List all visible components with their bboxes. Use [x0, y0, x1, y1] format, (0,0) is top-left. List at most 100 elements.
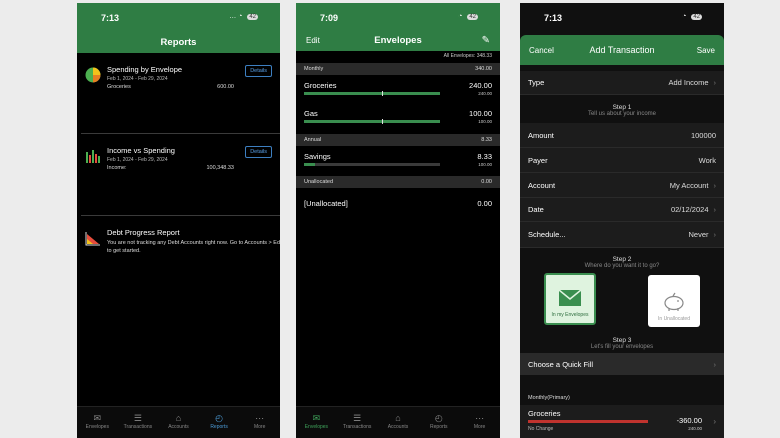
pie-chart-icon: ◴ [434, 413, 443, 423]
row-label: Type [528, 78, 545, 87]
tab-bar: ✉ Envelopes ☰ Transactions ⌂ Accounts ◴ Repo… [296, 406, 500, 438]
quick-fill-row[interactable]: Choose a Quick Fill › [520, 353, 724, 375]
page-title: Reports [160, 36, 197, 48]
step-3-header: Step 3 Let's fill your envelopes [520, 337, 724, 350]
envelope-name: Savings [304, 152, 331, 161]
envelope-row-gas[interactable]: Gas 100.00 100.00 [296, 103, 500, 131]
tab-more[interactable]: ⋯ More [240, 413, 280, 430]
tab-envelopes[interactable]: ✉ Envelopes [77, 413, 117, 430]
tab-bar: ✉ Envelopes ☰ Transactions ⌂ Accounts ◴ Repo… [77, 406, 280, 438]
step-title: Step 3 [612, 337, 632, 344]
tab-transactions[interactable]: ☰ Transactions [337, 413, 377, 430]
step-subtitle: Let's fill your envelopes [590, 344, 654, 350]
report-debt-progress[interactable]: Debt Progress Report You are not trackin… [85, 228, 280, 268]
row-value: 100000 [690, 130, 716, 140]
envelope-budget: 100.00 [478, 162, 492, 167]
report-title: Income vs Spending [107, 146, 175, 155]
envelope-amount: 100.00 [469, 109, 492, 118]
step-subtitle: Tell us about your income [587, 111, 657, 117]
today-marker [382, 119, 383, 124]
tab-reports[interactable]: ◴ Reports [419, 413, 459, 430]
debt-chart-icon [85, 232, 100, 246]
tab-transactions[interactable]: ☰ Transactions [118, 413, 158, 430]
row-label: Account [528, 180, 556, 190]
change-status: No Change [528, 426, 554, 432]
envelope-amount: 8.33 [477, 152, 492, 161]
envelope-name: Groceries [528, 409, 561, 418]
bar-fill [528, 420, 648, 423]
tab-envelopes[interactable]: ✉ Envelopes [296, 413, 336, 430]
pie-chart-icon: ◴ [215, 413, 223, 423]
report-date: Feb 1, 2024 - Feb 29, 2024 [107, 76, 168, 82]
date-row[interactable]: Date 02/12/2024 › [520, 198, 724, 222]
envelope-budget: 240.00 [688, 426, 702, 431]
type-row[interactable]: Type Add Income › [520, 71, 724, 95]
envelope-progress-bar [304, 163, 440, 166]
details-button[interactable]: Details [245, 65, 272, 77]
envelope-icon: ✉ [312, 413, 321, 423]
tab-accounts[interactable]: ⌂ Accounts [158, 413, 198, 430]
bar-fill [304, 120, 440, 123]
tab-label: Transactions [342, 424, 372, 430]
step-1-header: Step 1 Tell us about your income [520, 104, 724, 117]
cancel-button[interactable]: Cancel [529, 46, 554, 55]
report-row-label: Groceries [107, 84, 131, 90]
status-icons: … ◔ 42 [229, 13, 258, 20]
list-icon: ☰ [353, 413, 362, 423]
edit-button[interactable]: Edit [306, 36, 320, 45]
row-label: Date [528, 205, 544, 214]
envelope-icon: ✉ [93, 413, 102, 423]
payer-field[interactable]: Payer Work [520, 148, 724, 173]
tab-reports[interactable]: ◴ Reports [199, 413, 239, 430]
section-label: Monthly [304, 66, 324, 72]
account-row[interactable]: Account My Account › [520, 173, 724, 198]
tab-accounts[interactable]: ⌂ Accounts [378, 413, 418, 430]
compose-icon[interactable]: ✎ [482, 35, 490, 46]
status-time: 7:13 [544, 13, 563, 23]
envelope-amount: 240.00 [469, 81, 492, 90]
report-row-value: 600.00 [217, 84, 234, 90]
envelope-amount: 0.00 [477, 199, 492, 208]
tab-more[interactable]: ⋯ More [460, 413, 500, 430]
envelope-budget: 100.00 [478, 119, 492, 124]
row-label: Payer [528, 155, 548, 165]
list-icon: ☰ [133, 413, 142, 423]
battery-icon: 42 [691, 14, 702, 20]
row-label: Choose a Quick Fill [528, 359, 594, 369]
dest-envelopes-option[interactable]: In my Envelopes [544, 273, 596, 325]
details-button[interactable]: Details [245, 146, 272, 158]
step-title: Step 1 [612, 104, 632, 111]
bar-fill [304, 92, 440, 95]
row-label: Amount [528, 130, 554, 140]
status-icons: ◔ 42 [682, 13, 702, 20]
envelope-amount: -360.00 [676, 416, 702, 425]
section-label: Annual [304, 137, 322, 143]
dest-unallocated-option[interactable]: In Unallocated [648, 275, 700, 327]
row-value: 02/12/2024 [670, 205, 709, 214]
schedule-row[interactable]: Schedule... Never › [520, 222, 724, 248]
envelope-name: Groceries [304, 81, 337, 90]
save-button[interactable]: Save [697, 46, 715, 55]
step-title: Step 2 [612, 256, 632, 263]
reports-screen: 7:13 … ◔ 42 Reports Spending by Envelope… [77, 3, 280, 438]
envelope-progress-bar [304, 119, 440, 124]
amount-field[interactable]: Amount 100000 [520, 123, 724, 148]
chevron-right-icon: › [713, 359, 717, 369]
report-date: Feb 1, 2024 - Feb 29, 2024 [107, 157, 168, 163]
section-label: Unallocated [304, 179, 334, 185]
envelope-icon [558, 289, 582, 306]
row-value: My Account [669, 180, 709, 190]
envelope-row-savings[interactable]: Savings 8.33 100.00 [296, 146, 500, 174]
envelope-row-groceries[interactable]: Groceries 240.00 240.00 [296, 75, 500, 103]
report-spending-by-envelope[interactable]: Spending by Envelope Feb 1, 2024 - Feb 2… [85, 65, 272, 95]
fill-row-groceries[interactable]: Groceries No Change -360.00 240.00 › [520, 405, 724, 438]
tab-label: Accounts [168, 424, 189, 430]
row-label: Schedule... [528, 230, 566, 239]
navbar: Cancel Add Transaction Save [520, 39, 724, 61]
step-subtitle: Where do you want it to go? [584, 263, 660, 269]
envelope-budget: 240.00 [478, 91, 492, 96]
envelope-row-unallocated[interactable]: [Unallocated] 0.00 [296, 191, 500, 219]
status-bar: 7:13 … ◔ 42 [77, 3, 280, 31]
report-income-vs-spending[interactable]: Income vs Spending Feb 1, 2024 - Feb 29,… [85, 146, 272, 176]
report-description: You are not tracking any Debt Accounts r… [107, 240, 280, 254]
